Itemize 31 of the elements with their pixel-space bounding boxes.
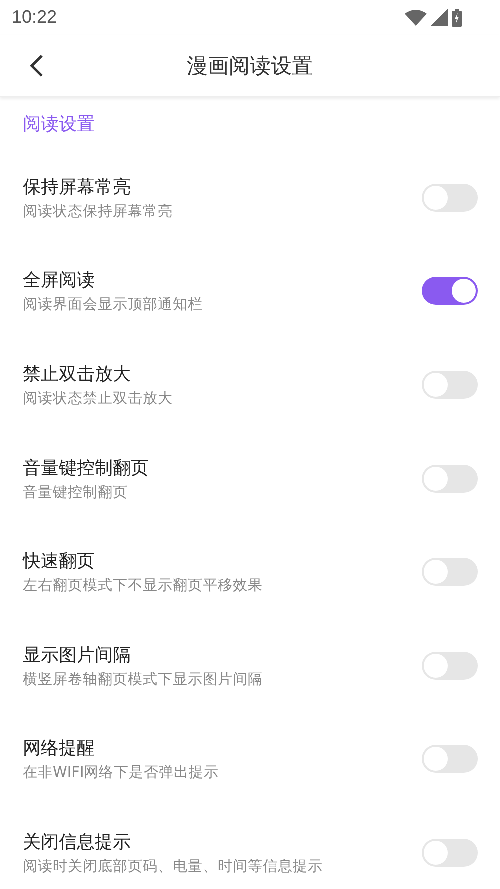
toggle-switch[interactable] [422,464,478,493]
setting-title: 网络提醒 [23,737,96,760]
setting-description: 阅读状态禁止双击放大 [23,390,174,408]
setting-title: 关闭信息提示 [23,830,132,854]
back-icon [30,54,44,78]
toggle-switch[interactable] [422,558,478,586]
setting-description: 阅读界面会显示顶部通知栏 [23,296,204,314]
toggle-switch[interactable] [422,184,478,212]
setting-description: 阅读状态保持屏幕常亮 [23,202,174,221]
battery-icon [452,8,462,26]
status-time: 10:22 [12,7,58,28]
setting-description: 音量键控制翻页 [23,484,129,502]
setting-description: 左右翻页模式下不显示翻页平移效果 [23,577,264,596]
toggle-switch[interactable] [422,838,478,867]
setting-title: 快速翻页 [23,550,96,574]
wifi-icon [405,10,427,26]
page-title: 漫画阅读设置 [187,52,313,80]
toggle-switch[interactable] [422,277,478,306]
setting-title: 显示图片间隔 [23,644,132,667]
section-title: 阅读设置 [23,113,95,136]
setting-title: 全屏阅读 [23,269,96,292]
setting-description: 在非WIFI网络下是否弹出提示 [23,764,220,782]
setting-title: 音量键控制翻页 [23,456,150,480]
setting-description: 横竖屏卷轴翻页模式下显示图片间隔 [23,670,264,689]
setting-title: 禁止双击放大 [23,362,132,386]
toggle-switch[interactable] [422,652,478,680]
toggle-switch[interactable] [422,745,478,774]
setting-title: 保持屏幕常亮 [23,176,132,199]
signal-icon [431,9,448,26]
setting-description: 阅读时关闭底部页码、电量、时间等信息提示 [23,858,324,876]
toggle-switch[interactable] [422,370,478,399]
